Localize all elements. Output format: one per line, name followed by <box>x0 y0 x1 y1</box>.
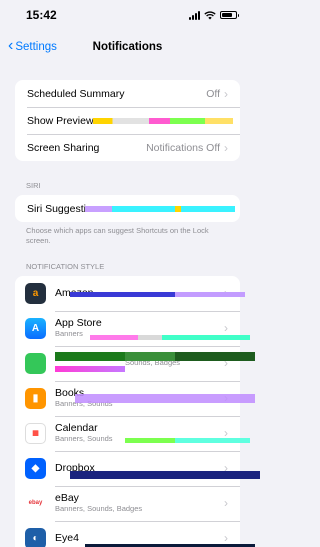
dropbox-app-icon: ◆ <box>25 457 46 479</box>
render-glitch <box>85 206 235 212</box>
row-label: Screen Sharing <box>27 141 100 154</box>
page-title: Notifications <box>92 41 163 53</box>
app-row-eye4[interactable]: ◐ Eye4 › <box>15 520 255 547</box>
render-glitch <box>70 470 260 479</box>
siri-suggestions-row[interactable]: Siri Suggestions › <box>15 195 240 222</box>
battery-icon <box>220 11 239 19</box>
app-row-unnamed[interactable]: Sounds, Badges › <box>15 345 255 381</box>
render-glitch <box>125 437 250 443</box>
app-name: Calendar <box>55 421 98 434</box>
wifi-icon <box>204 10 216 19</box>
nav-bar: ‹ Settings Notifications <box>0 30 255 64</box>
render-glitch <box>70 291 245 297</box>
back-button[interactable]: ‹ Settings <box>8 30 57 64</box>
status-bar: 15:42 <box>0 0 255 30</box>
settings-group: Scheduled Summary Off › Show Previews › S… <box>15 80 240 161</box>
eye4-app-icon: ◐ <box>25 527 46 547</box>
app-name: eBay <box>55 491 79 504</box>
books-app-icon: ▮ <box>25 387 46 409</box>
ebay-app-icon: ebay <box>25 492 46 514</box>
render-glitch <box>93 118 233 124</box>
siri-group: Siri Suggestions › <box>15 195 240 222</box>
siri-section-header: SIRI <box>26 181 41 190</box>
row-label: Scheduled Summary <box>27 87 125 100</box>
screen-sharing-row[interactable]: Screen Sharing Notifications Off › <box>15 134 240 161</box>
chevron-right-icon: › <box>224 86 228 101</box>
app-store-icon: A <box>25 317 46 339</box>
calendar-app-icon: ▦ <box>25 422 46 444</box>
app-row-amazon[interactable]: a Amazon › <box>15 276 245 311</box>
app-row-dropbox[interactable]: ◆ Dropbox › <box>15 450 260 486</box>
back-label: Settings <box>15 41 57 53</box>
app-row-calendar[interactable]: ▦ Calendar Banners, Sounds › <box>15 415 250 451</box>
render-glitch <box>90 334 250 340</box>
row-label: Show Previews <box>27 114 99 127</box>
amazon-app-icon: a <box>25 282 46 304</box>
row-value: Notifications Off <box>146 141 220 154</box>
chevron-right-icon: › <box>224 140 228 155</box>
status-time: 15:42 <box>26 8 57 22</box>
status-icons <box>189 10 239 20</box>
render-glitch <box>55 351 255 361</box>
notification-style-header: NOTIFICATION STYLE <box>26 261 105 271</box>
app-subtitle: Banners, Sounds, Badges <box>55 504 143 514</box>
render-glitch <box>55 365 125 372</box>
render-glitch <box>75 393 255 403</box>
app-row-ebay[interactable]: ebay eBay Banners, Sounds, Badges › <box>15 485 240 521</box>
app-row-books[interactable]: ▮ Books Banners, Sounds › <box>15 380 255 416</box>
app-icon <box>25 352 46 374</box>
app-name: Eye4 <box>55 531 79 544</box>
render-glitch <box>85 543 255 547</box>
siri-footer: Choose which apps can suggest Shortcuts … <box>26 226 209 245</box>
app-row-app-store[interactable]: A App Store Banners › <box>15 310 250 346</box>
chevron-left-icon: ‹ <box>8 37 14 54</box>
cellular-signal-icon <box>189 10 200 20</box>
scheduled-summary-row[interactable]: Scheduled Summary Off › <box>15 80 240 107</box>
chevron-right-icon: › <box>224 321 228 335</box>
chevron-right-icon: › <box>224 496 228 510</box>
show-previews-row[interactable]: Show Previews › <box>15 107 240 134</box>
apps-group: a Amazon › A App Store Banners › Sounds,… <box>15 275 260 547</box>
app-name: App Store <box>55 316 102 329</box>
row-value: Off <box>206 87 220 100</box>
